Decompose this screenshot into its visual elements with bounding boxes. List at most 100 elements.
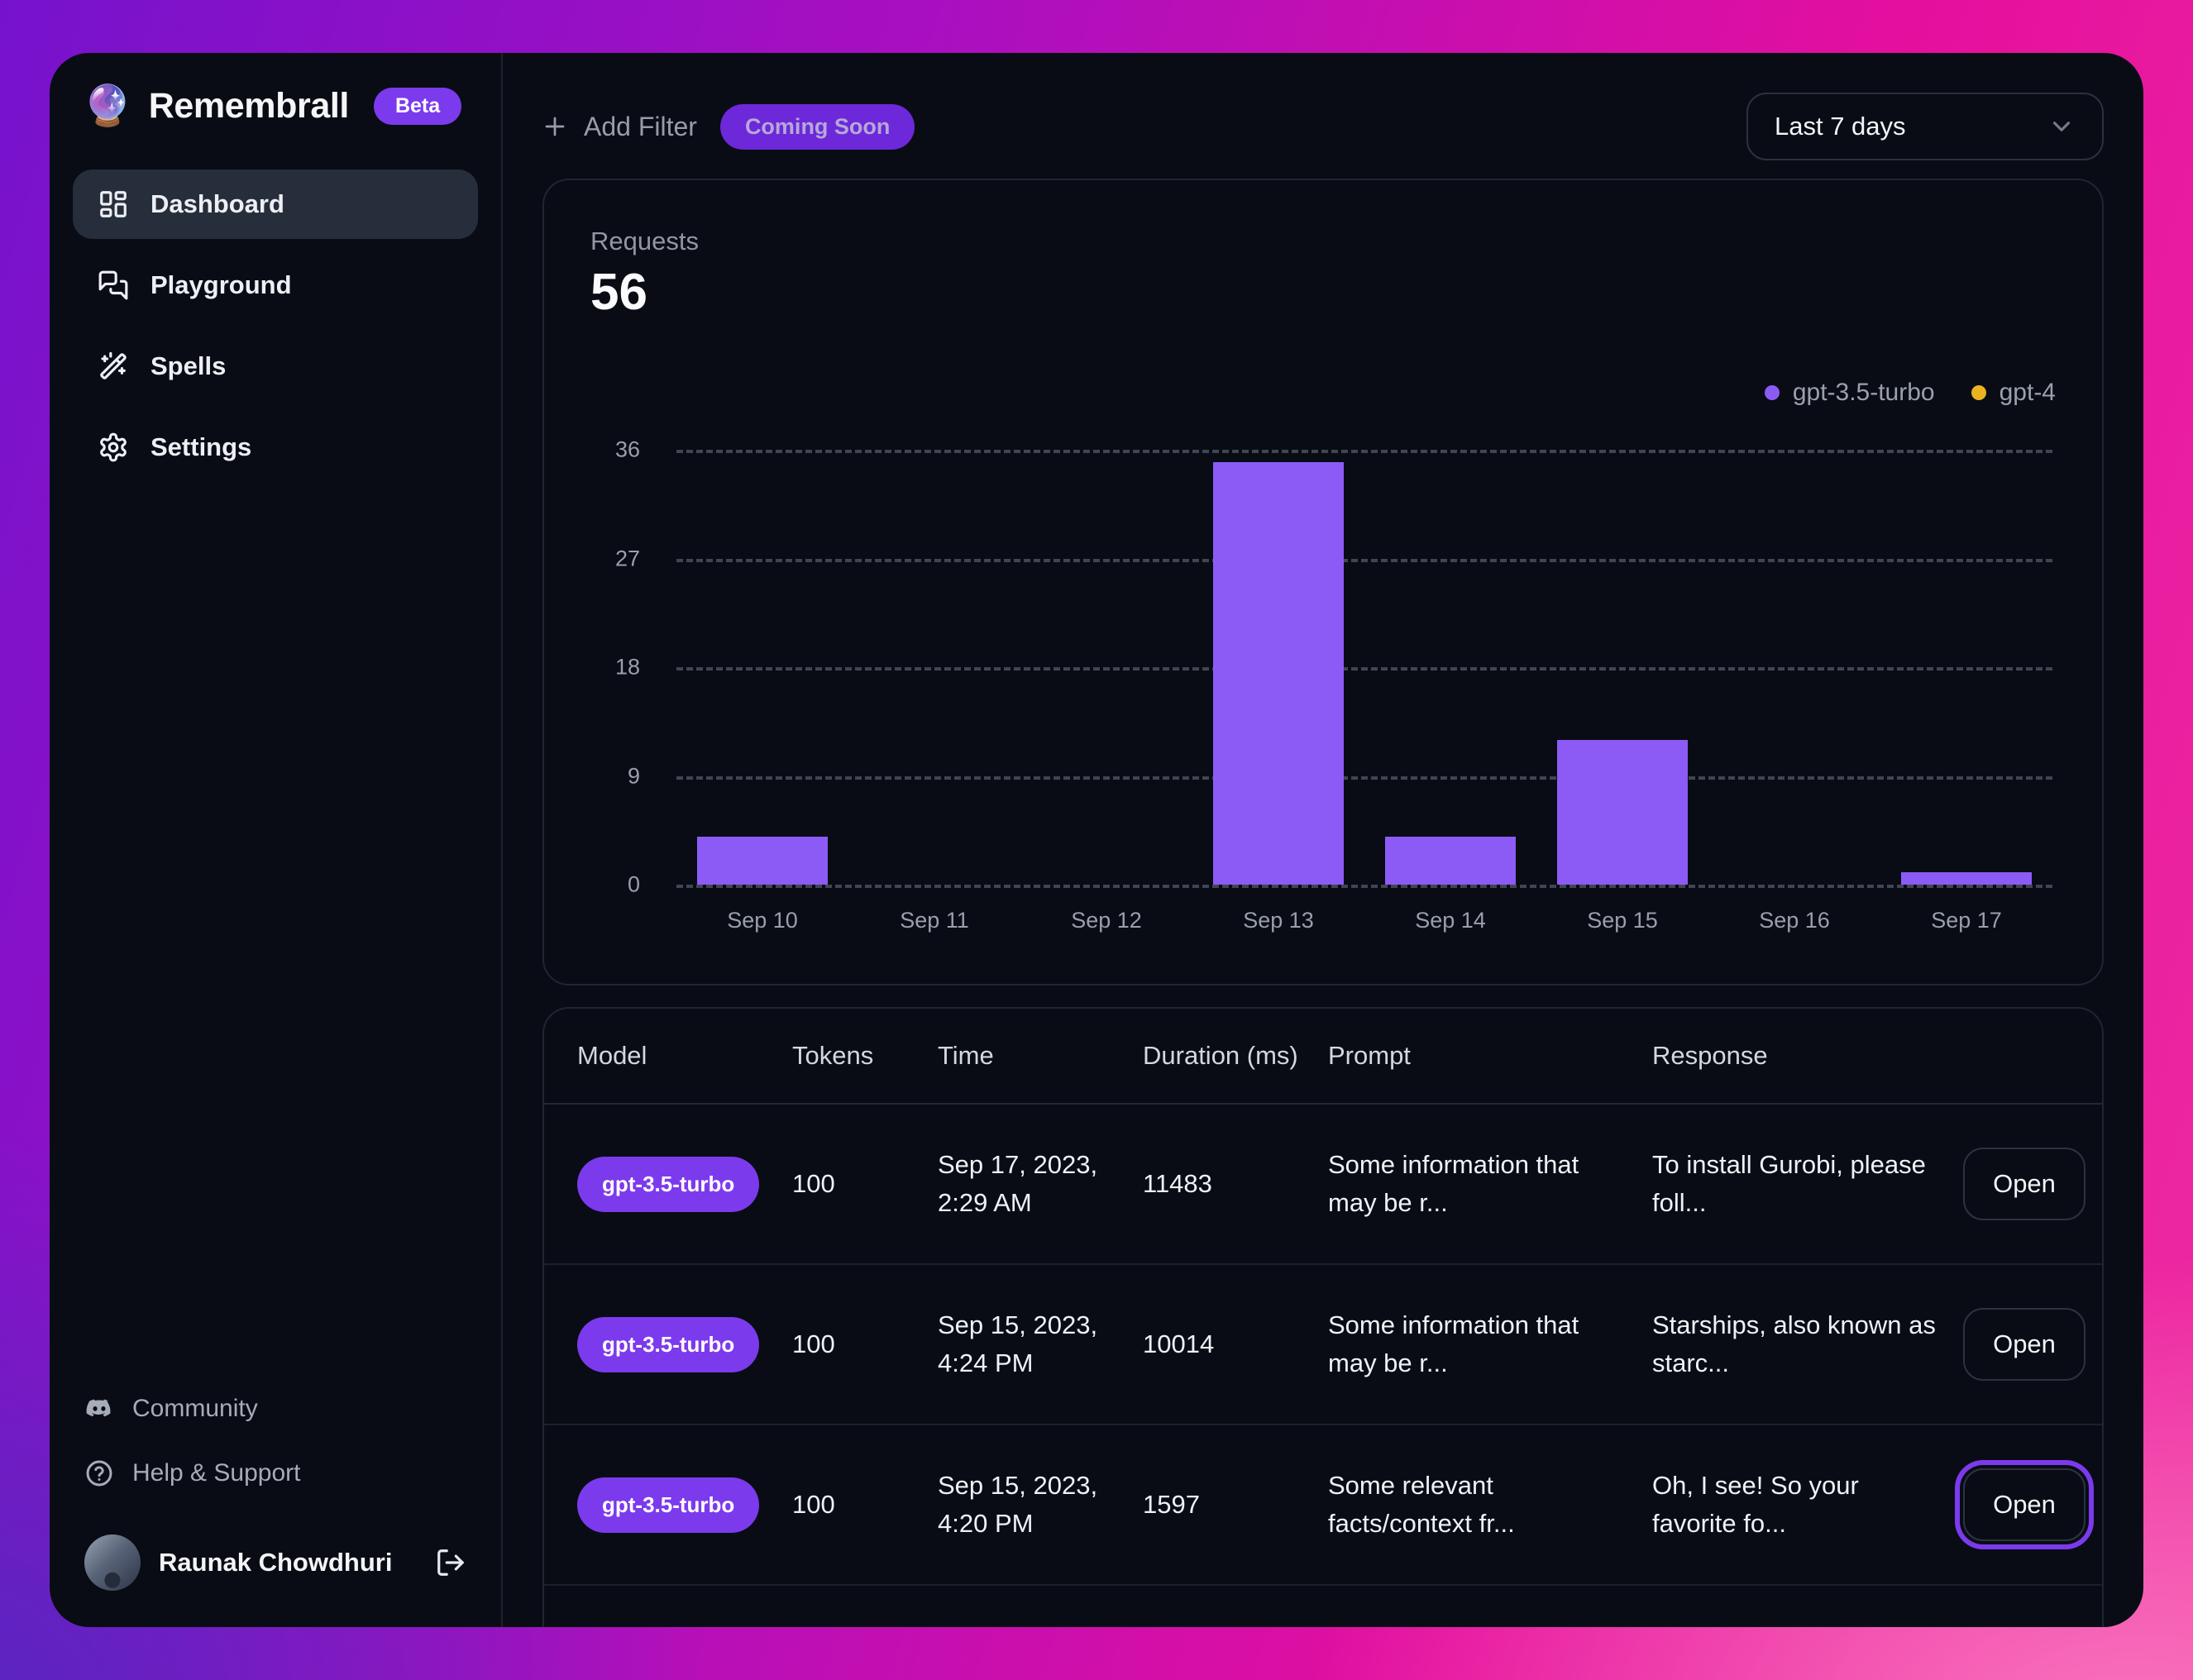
y-tick-label: 18 <box>614 654 640 680</box>
legend-dot <box>1764 385 1780 400</box>
logout-icon <box>435 1547 466 1578</box>
sidebar-item-community[interactable]: Community <box>84 1381 466 1437</box>
add-filter-label: Add Filter <box>584 111 697 141</box>
coming-soon-badge: Coming Soon <box>719 103 915 150</box>
dashboard-icon <box>98 189 129 220</box>
main-content: Add Filter Coming Soon Last 7 days Reque… <box>503 53 2143 1627</box>
sidebar-footer: Community Help & Support <box>73 1381 478 1501</box>
table-row-clipped <box>544 1586 2102 1627</box>
sidebar-item-help[interactable]: Help & Support <box>84 1445 466 1501</box>
table-row: gpt-3.5-turbo 100 Sep 15, 2023, 4:20 PM 159… <box>544 1425 2102 1586</box>
prompt-cell: Some information that may be r... <box>1328 1310 1579 1378</box>
gear-icon <box>98 432 129 463</box>
sidebar-item-playground[interactable]: Playground <box>73 251 478 320</box>
bar-gpt-3.5-turbo-sep-10[interactable] <box>696 836 829 885</box>
sidebar-item-label: Settings <box>150 432 252 461</box>
x-tick-label: Sep 12 <box>1071 908 1142 933</box>
page-background: 🔮 Remembrall Beta Dashboard Playground Spe… <box>0 0 2193 1680</box>
table-row: gpt-3.5-turbo 100 Sep 15, 2023, 4:24 PM 100… <box>544 1265 2102 1425</box>
bar-slot-sep-17 <box>1880 450 2052 885</box>
column-header-model: Model <box>577 1041 647 1070</box>
bar-gpt-3.5-turbo-sep-17[interactable] <box>1900 872 2033 885</box>
tokens-cell: 100 <box>792 1489 835 1519</box>
y-tick-label: 36 <box>614 437 640 462</box>
x-tick-label: Sep 10 <box>727 908 798 933</box>
open-button[interactable]: Open <box>1963 1148 2086 1220</box>
requests-chart-card: Requests 56 gpt-3.5-turbo gpt-4 36 27 18 9 0 … <box>542 179 2104 986</box>
column-header-prompt: Prompt <box>1328 1041 1411 1070</box>
tokens-cell: 100 <box>792 1329 835 1358</box>
column-header-time: Time <box>938 1041 994 1070</box>
chart-bars <box>676 450 2052 885</box>
open-button[interactable]: Open <box>1963 1468 2086 1541</box>
response-cell: Oh, I see! So your favorite fo... <box>1652 1470 1859 1539</box>
app-window: 🔮 Remembrall Beta Dashboard Playground Spe… <box>50 53 2143 1627</box>
date-range-select[interactable]: Last 7 days <box>1746 93 2104 160</box>
legend-item-gpt-3.5-turbo: gpt-3.5-turbo <box>1764 379 1935 407</box>
plus-icon <box>542 114 567 139</box>
sidebar: 🔮 Remembrall Beta Dashboard Playground Spe… <box>50 53 503 1627</box>
add-filter-button[interactable]: Add Filter <box>542 112 697 142</box>
avatar <box>84 1534 141 1591</box>
bar-slot-sep-16 <box>1708 450 1880 885</box>
sidebar-item-label: Help & Support <box>132 1459 301 1487</box>
legend-label: gpt-3.5-turbo <box>1792 379 1935 406</box>
chart-grid <box>676 450 2052 888</box>
column-header-duration-ms-: Duration (ms) <box>1143 1041 1298 1070</box>
duration-cell: 11483 <box>1143 1168 1212 1198</box>
help-icon <box>84 1458 114 1488</box>
playground-icon <box>98 270 129 301</box>
bar-gpt-3.5-turbo-sep-14[interactable] <box>1384 836 1517 885</box>
sidebar-nav: Dashboard Playground Spells Settings <box>73 169 478 482</box>
y-tick-label: 9 <box>627 763 640 788</box>
sidebar-item-spells[interactable]: Spells <box>73 332 478 401</box>
model-badge: gpt-3.5-turbo <box>577 1156 760 1212</box>
requests-value: 56 <box>590 264 647 321</box>
table-header-row: Model Tokens Time Duration (ms) Prompt Respon… <box>544 1009 2102 1105</box>
open-button[interactable]: Open <box>1963 1308 2086 1381</box>
x-tick-label: Sep 16 <box>1759 908 1830 933</box>
app-name: Remembrall <box>148 86 350 126</box>
bar-slot-sep-12 <box>1020 450 1192 885</box>
crystal-ball-icon: 🔮 <box>83 84 132 128</box>
response-cell: To install Gurobi, please foll... <box>1652 1149 1926 1218</box>
topbar: Add Filter Coming Soon Last 7 days <box>542 93 2104 160</box>
model-badge: gpt-3.5-turbo <box>577 1316 760 1372</box>
sidebar-item-label: Playground <box>150 270 292 299</box>
x-tick-label: Sep 14 <box>1415 908 1486 933</box>
table-body: gpt-3.5-turbo 100 Sep 17, 2023, 2:29 AM 114… <box>544 1105 2102 1627</box>
logout-button[interactable] <box>435 1547 466 1578</box>
x-tick-label: Sep 15 <box>1587 908 1658 933</box>
x-tick-label: Sep 11 <box>900 908 969 933</box>
chart-legend: gpt-3.5-turbo gpt-4 <box>1764 379 2056 407</box>
sidebar-item-label: Community <box>132 1395 258 1422</box>
requests-label: Requests <box>590 227 699 255</box>
legend-dot <box>1971 385 1986 400</box>
sidebar-item-dashboard[interactable]: Dashboard <box>73 169 478 239</box>
bar-gpt-3.5-turbo-sep-13[interactable] <box>1212 461 1345 885</box>
y-axis-labels: 36 27 18 9 0 <box>590 437 657 897</box>
bar-slot-sep-13 <box>1192 450 1364 885</box>
x-tick-label: Sep 17 <box>1931 908 2002 933</box>
requests-table-card: Model Tokens Time Duration (ms) Prompt Respon… <box>542 1007 2104 1627</box>
bar-gpt-3.5-turbo-sep-15[interactable] <box>1556 739 1689 885</box>
table-row: gpt-3.5-turbo 100 Sep 17, 2023, 2:29 AM 114… <box>544 1105 2102 1265</box>
bar-slot-sep-14 <box>1364 450 1536 885</box>
prompt-cell: Some relevant facts/context fr... <box>1328 1470 1515 1539</box>
legend-label: gpt-4 <box>1999 379 2056 406</box>
user-row: Raunak Chowdhuri <box>73 1525 478 1604</box>
wand-icon <box>98 351 129 382</box>
bar-slot-sep-15 <box>1536 450 1708 885</box>
sidebar-item-settings[interactable]: Settings <box>73 413 478 482</box>
model-badge: gpt-3.5-turbo <box>577 1477 760 1533</box>
chevron-down-icon <box>2047 112 2076 141</box>
duration-cell: 1597 <box>1143 1489 1200 1519</box>
discord-icon <box>84 1394 114 1424</box>
x-axis-labels: Sep 10 Sep 11 Sep 12 Sep 13 Sep 14 Sep 15 Sep … <box>676 908 2052 933</box>
prompt-cell: Some information that may be r... <box>1328 1149 1579 1218</box>
time-cell: Sep 17, 2023, 2:29 AM <box>938 1149 1098 1218</box>
column-header-response: Response <box>1652 1041 1768 1070</box>
duration-cell: 10014 <box>1143 1329 1215 1358</box>
column-header-tokens: Tokens <box>792 1041 874 1070</box>
y-tick-label: 0 <box>627 871 640 897</box>
